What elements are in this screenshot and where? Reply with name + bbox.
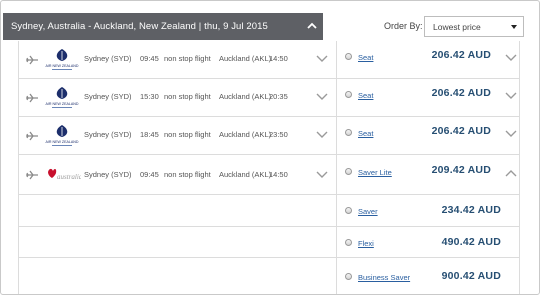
order-by-value: Lowest price [433,21,481,32]
svg-text:AIR NEW ZEALAND: AIR NEW ZEALAND [46,140,79,144]
flight-results-panel: Sydney, Australia - Auckland, New Zealan… [0,0,540,295]
plane-icon [26,170,38,180]
fare-option[interactable]: Saver 234.42 AUD [338,195,519,226]
fare-radio[interactable] [345,273,352,280]
fare-class-link[interactable]: Seat [358,91,373,100]
fare-radio[interactable] [345,91,352,98]
plane-icon [26,55,38,65]
order-by-select[interactable]: Lowest price [424,16,524,37]
svg-text:AIR NEW ZEALAND: AIR NEW ZEALAND [46,64,79,68]
arrival-time: 23:50 [269,130,288,139]
destination-airport: Auckland (AKL) [219,170,272,179]
fare-class-link[interactable]: Seat [358,53,373,62]
arrival-time: 14:50 [269,54,288,63]
flight-info: AIR NEW ZEALAND Sydney (SYD) 18:45 non s… [19,117,337,154]
flight-row[interactable]: AIR NEW ZEALAND Sydney (SYD) 09:45 non s… [19,41,519,79]
stops-info: non stop flight [164,92,211,101]
chevron-up-icon[interactable] [505,169,517,177]
flight-row[interactable]: AIR NEW ZEALAND Sydney (SYD) 15:30 non s… [19,79,519,117]
departure-time: 09:45 [140,54,159,63]
origin-airport: Sydney (SYD) [84,130,132,139]
order-by-label: Order By: [384,21,423,31]
fare-option[interactable]: Business Saver 900.42 AUD [338,258,519,294]
empty-cell [19,227,337,257]
svg-text:australia: australia [57,173,81,181]
departure-time: 15:30 [140,92,159,101]
chevron-down-icon[interactable] [316,131,328,139]
chevron-down-icon[interactable] [316,93,328,101]
origin-airport: Sydney (SYD) [84,54,132,63]
air-new-zealand-logo: AIR NEW ZEALAND [46,125,79,146]
plane-icon [26,131,38,141]
origin-airport: Sydney (SYD) [84,170,132,179]
destination-airport: Auckland (AKL) [219,54,272,63]
fare-option[interactable]: Flexi 490.42 AUD [338,227,519,257]
fare-option[interactable]: Seat 206.42 AUD [338,117,519,154]
fare-class-link[interactable]: Seat [358,129,373,138]
destination-airport: Auckland (AKL) [219,92,272,101]
fare-radio[interactable] [345,207,352,214]
departure-time: 09:45 [140,170,159,179]
fare-price: 234.42 AUD [441,204,501,216]
svg-text:AIR NEW ZEALAND: AIR NEW ZEALAND [46,102,79,106]
flight-info: AIR NEW ZEALAND Sydney (SYD) 09:45 non s… [19,41,337,78]
fare-radio[interactable] [345,168,352,175]
stops-info: non stop flight [164,170,211,179]
chevron-down-icon[interactable] [505,54,517,62]
fare-option[interactable]: Saver Lite 209.42 AUD [338,155,519,194]
stops-info: non stop flight [164,130,211,139]
air-new-zealand-logo: AIR NEW ZEALAND [46,49,79,70]
fare-price: 206.42 AUD [431,125,491,137]
fare-row[interactable]: Saver 234.42 AUD [19,195,519,227]
virgin-australia-logo: australia [48,168,81,181]
fare-class-link[interactable]: Flexi [358,239,374,248]
plane-icon [26,93,38,103]
departure-time: 18:45 [140,130,159,139]
chevron-down-icon[interactable] [316,171,328,179]
chevron-down-icon[interactable] [505,130,517,138]
chevron-up-icon[interactable] [306,20,318,32]
arrival-time: 14:50 [269,170,288,179]
chevron-down-icon[interactable] [505,92,517,100]
flight-info: australia Sydney (SYD) 09:45 non stop fl… [19,155,337,194]
fare-option[interactable]: Seat 206.42 AUD [338,41,519,78]
destination-airport: Auckland (AKL) [219,130,272,139]
fare-price: 490.42 AUD [441,236,501,248]
dropdown-caret-icon [511,25,517,29]
stops-info: non stop flight [164,54,211,63]
fare-price: 206.42 AUD [431,49,491,61]
fare-price: 209.42 AUD [431,164,491,176]
fare-price: 206.42 AUD [431,87,491,99]
flight-list: AIR NEW ZEALAND Sydney (SYD) 09:45 non s… [18,41,520,294]
empty-cell [19,195,337,226]
chevron-down-icon[interactable] [316,55,328,63]
fare-option[interactable]: Seat 206.42 AUD [338,79,519,116]
flight-info: AIR NEW ZEALAND Sydney (SYD) 15:30 non s… [19,79,337,116]
flight-row[interactable]: AIR NEW ZEALAND Sydney (SYD) 18:45 non s… [19,117,519,155]
route-header[interactable]: Sydney, Australia - Auckland, New Zealan… [3,13,323,40]
fare-radio[interactable] [345,239,352,246]
fare-radio[interactable] [345,53,352,60]
fare-price: 900.42 AUD [441,270,501,282]
empty-cell [19,258,337,294]
fare-row[interactable]: Flexi 490.42 AUD [19,227,519,258]
air-new-zealand-logo: AIR NEW ZEALAND [46,87,79,108]
flight-row[interactable]: australia Sydney (SYD) 09:45 non stop fl… [19,155,519,195]
fare-row[interactable]: Business Saver 900.42 AUD [19,258,519,294]
fare-radio[interactable] [345,129,352,136]
arrival-time: 20:35 [269,92,288,101]
origin-airport: Sydney (SYD) [84,92,132,101]
fare-class-link[interactable]: Business Saver [358,273,410,282]
route-title: Sydney, Australia - Auckland, New Zealan… [11,21,268,32]
fare-class-link[interactable]: Saver Lite [358,168,392,177]
fare-class-link[interactable]: Saver [358,207,378,216]
